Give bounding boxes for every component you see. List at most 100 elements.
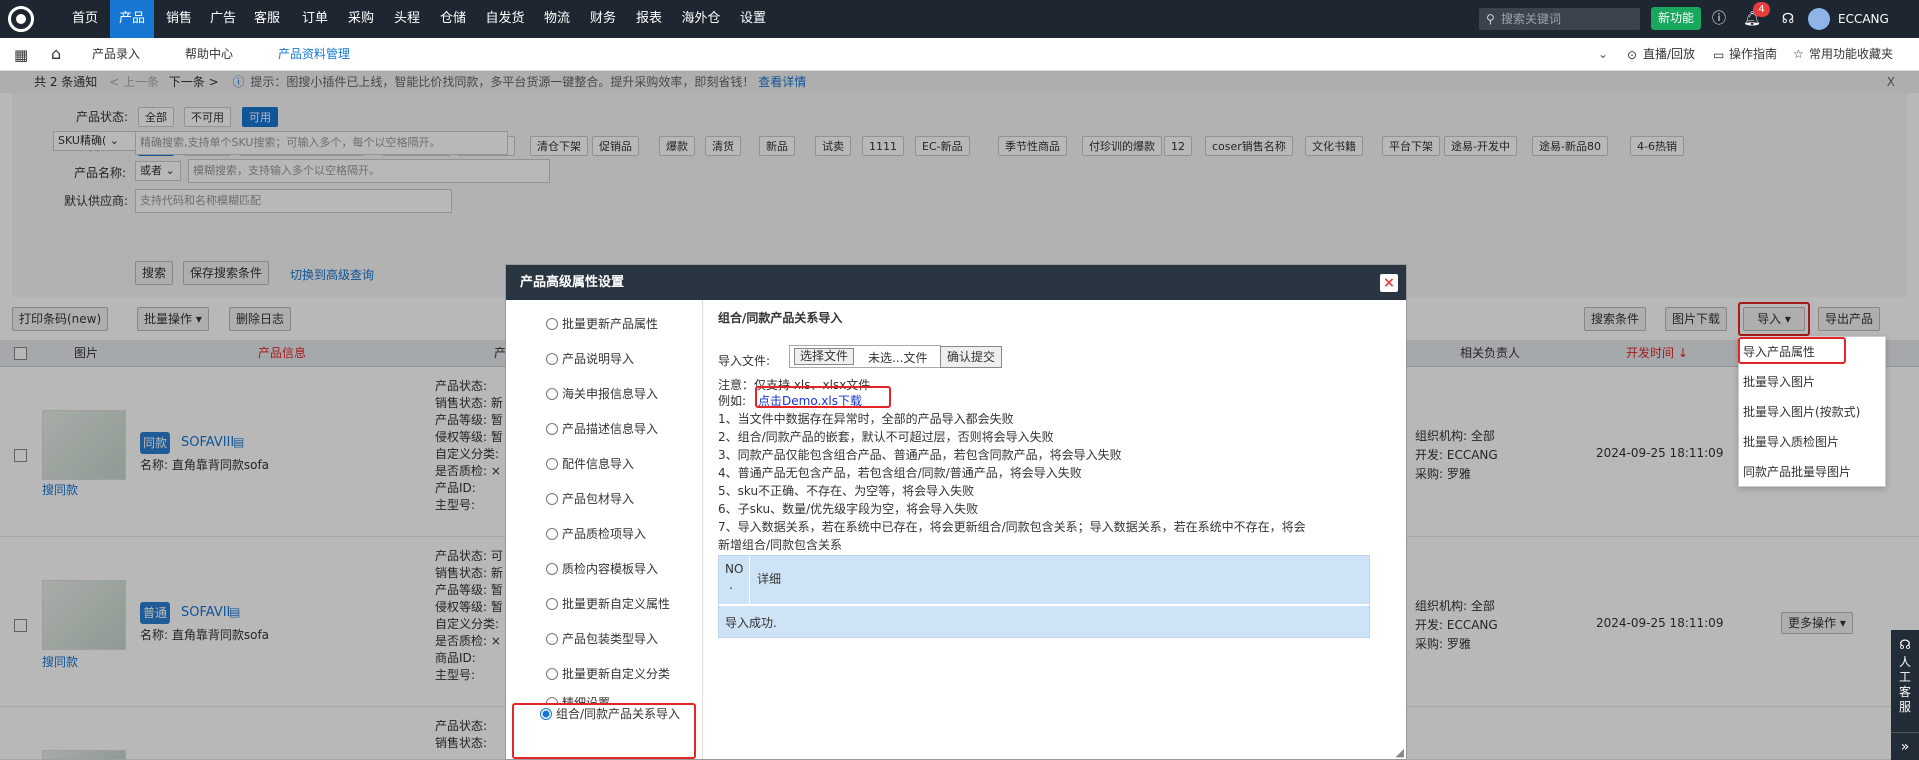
nav-product[interactable]: 产品 xyxy=(110,0,154,38)
nav-selfship[interactable]: 自发货 xyxy=(482,0,528,38)
star-icon: ☆ xyxy=(1793,47,1804,61)
radio-icon[interactable] xyxy=(546,493,558,505)
file-note: 注意：仅支持 xls、xlsx文件 xyxy=(718,378,871,392)
nav-settings[interactable]: 设置 xyxy=(736,0,770,38)
radio-icon[interactable] xyxy=(546,353,558,365)
play-icon: ⊙ xyxy=(1627,48,1638,62)
radio-icon[interactable] xyxy=(546,458,558,470)
result-col-detail: 详细 xyxy=(757,572,782,586)
file-name: 未选...文件 xyxy=(868,351,928,365)
option-fine-settings-clipped: 精细设置 xyxy=(510,693,700,704)
nav-ads[interactable]: 广告 xyxy=(206,0,240,38)
radio-icon[interactable] xyxy=(546,318,558,330)
close-icon[interactable]: × xyxy=(1380,274,1398,292)
apps-grid-icon[interactable]: ▦ xyxy=(14,46,28,64)
option-label: 产品说明导入 xyxy=(562,352,635,366)
menu-batch-import-images[interactable]: 批量导入图片 xyxy=(1743,373,1815,390)
avatar[interactable] xyxy=(1808,8,1830,30)
option-label: 组合/同款产品关系导入 xyxy=(556,707,681,721)
radio-icon[interactable] xyxy=(546,388,558,400)
nav-service[interactable]: 客服 xyxy=(250,0,284,38)
option-qc-items-import[interactable]: 产品质检项导入 xyxy=(546,525,646,542)
option-label: 产品描述信息导入 xyxy=(562,422,659,436)
option-custom-attributes[interactable]: 批量更新自定义属性 xyxy=(546,595,670,612)
user-name[interactable]: ECCANG xyxy=(1838,0,1889,38)
advanced-attributes-dialog: 产品高级属性设置 × 批量更新产品属性 产品说明导入 海关申报信息导入 产品描述… xyxy=(505,264,1407,760)
dialog-divider xyxy=(702,300,703,759)
option-packaging-import[interactable]: 产品包材导入 xyxy=(546,490,634,507)
menu-import-attributes[interactable]: 导入产品属性 xyxy=(1743,343,1815,360)
nav-home[interactable]: 首页 xyxy=(68,0,102,38)
rule-5: 5、sku不正确、不存在、为空等，将会导入失败 xyxy=(718,484,975,498)
result-col-no: NO xyxy=(725,562,744,576)
nav-orders[interactable]: 订单 xyxy=(298,0,332,38)
notification-badge: 4 xyxy=(1753,2,1770,17)
home-icon[interactable]: ⌂ xyxy=(51,44,61,63)
tab-help-center[interactable]: 帮助中心 xyxy=(185,38,233,71)
option-accessories-import[interactable]: 配件信息导入 xyxy=(546,455,634,472)
menu-batch-import-images-style[interactable]: 批量导入图片(按款式) xyxy=(1743,403,1860,420)
search-placeholder: 搜索关键词 xyxy=(1501,12,1562,26)
search-icon: ⚲ xyxy=(1486,12,1495,26)
nav-overseas[interactable]: 海外仓 xyxy=(678,0,724,38)
service-label-char: 客 xyxy=(1898,685,1911,699)
rule-2: 2、组合/同款产品的嵌套，默认不可超过层，否则将会导入失败 xyxy=(718,430,1054,444)
menu-same-product-images[interactable]: 同款产品批量导图片 xyxy=(1743,463,1851,480)
demo-download-link[interactable]: 点击Demo.xls下载 xyxy=(758,392,862,409)
expand-icon[interactable]: » xyxy=(1891,732,1919,760)
option-label: 精细设置 xyxy=(562,696,611,704)
option-batch-update-attributes[interactable]: 批量更新产品属性 xyxy=(546,315,658,332)
sub-navigation: ▦ ⌂ 产品录入 帮助中心 产品资料管理 ⌄ ⊙ 直播/回放 ▭ 操作指南 ☆ … xyxy=(0,38,1919,106)
option-combo-relation-import[interactable]: 组合/同款产品关系导入 xyxy=(524,705,694,723)
result-table: NO . 详细 导入成功. xyxy=(718,555,1370,638)
option-product-description-import[interactable]: 产品说明导入 xyxy=(546,350,634,367)
radio-icon[interactable] xyxy=(546,633,558,645)
radio-icon[interactable] xyxy=(546,563,558,575)
customer-service-widget[interactable]: ☊ 人工客服 » xyxy=(1891,630,1919,760)
tab-product-management[interactable]: 产品资料管理 xyxy=(278,38,350,71)
radio-icon[interactable] xyxy=(546,423,558,435)
option-description-info-import[interactable]: 产品描述信息导入 xyxy=(546,420,658,437)
nav-firstleg[interactable]: 头程 xyxy=(390,0,424,38)
new-feature-button[interactable]: 新功能 xyxy=(1651,7,1701,30)
dialog-title: 产品高级属性设置 xyxy=(506,265,1406,300)
global-search-input[interactable]: ⚲ 搜索关键词 xyxy=(1479,8,1640,30)
app-logo[interactable] xyxy=(8,6,34,32)
service-label-char: 人 xyxy=(1898,655,1911,669)
rule-7-cont: 新增组合/同款包含关系 xyxy=(718,538,843,552)
option-label: 批量更新自定义分类 xyxy=(562,667,671,681)
menu-batch-import-qc-images[interactable]: 批量导入质检图片 xyxy=(1743,433,1839,450)
nav-sales[interactable]: 销售 xyxy=(162,0,196,38)
nav-warehouse[interactable]: 仓储 xyxy=(436,0,470,38)
favorites-link[interactable]: 常用功能收藏夹 xyxy=(1809,38,1893,71)
nav-purchase[interactable]: 采购 xyxy=(344,0,378,38)
radio-icon[interactable] xyxy=(546,528,558,540)
radio-selected-icon[interactable] xyxy=(540,708,552,720)
top-navigation: 首页 产品 销售 广告 客服 订单 采购 头程 仓储 自发货 物流 财务 报表 … xyxy=(0,0,1919,38)
choose-file-button[interactable]: 选择文件 xyxy=(794,348,855,365)
radio-icon[interactable] xyxy=(546,668,558,680)
file-input[interactable]: 选择文件 未选...文件 xyxy=(789,345,941,368)
service-label: 人工客服 xyxy=(1891,655,1919,715)
import-dropdown-menu: 导入产品属性 批量导入图片 批量导入图片(按款式) 批量导入质检图片 同款产品批… xyxy=(1738,336,1886,487)
tab-product-entry[interactable]: 产品录入 xyxy=(92,38,140,71)
nav-finance[interactable]: 财务 xyxy=(586,0,620,38)
nav-logistics[interactable]: 物流 xyxy=(540,0,574,38)
option-package-type-import[interactable]: 产品包装类型导入 xyxy=(546,630,658,647)
option-label: 批量更新自定义属性 xyxy=(562,597,671,611)
headset-icon[interactable]: ☊ xyxy=(1778,9,1798,29)
option-label: 批量更新产品属性 xyxy=(562,317,659,331)
radio-icon[interactable] xyxy=(546,697,558,704)
resize-handle-icon[interactable]: ◢ xyxy=(1396,746,1404,759)
option-qc-template-import[interactable]: 质检内容模板导入 xyxy=(546,560,658,577)
option-customs-import[interactable]: 海关申报信息导入 xyxy=(546,385,658,402)
chevron-down-icon[interactable]: ⌄ xyxy=(1598,47,1608,61)
radio-icon[interactable] xyxy=(546,598,558,610)
option-fine-settings[interactable]: 精细设置 xyxy=(546,694,610,704)
nav-reports[interactable]: 报表 xyxy=(632,0,666,38)
live-replay-link[interactable]: 直播/回放 xyxy=(1643,38,1695,71)
option-custom-category[interactable]: 批量更新自定义分类 xyxy=(546,665,670,682)
guide-link[interactable]: 操作指南 xyxy=(1729,38,1777,71)
info-icon[interactable]: ⓘ xyxy=(1709,9,1729,29)
submit-button[interactable]: 确认提交 xyxy=(940,346,1003,368)
